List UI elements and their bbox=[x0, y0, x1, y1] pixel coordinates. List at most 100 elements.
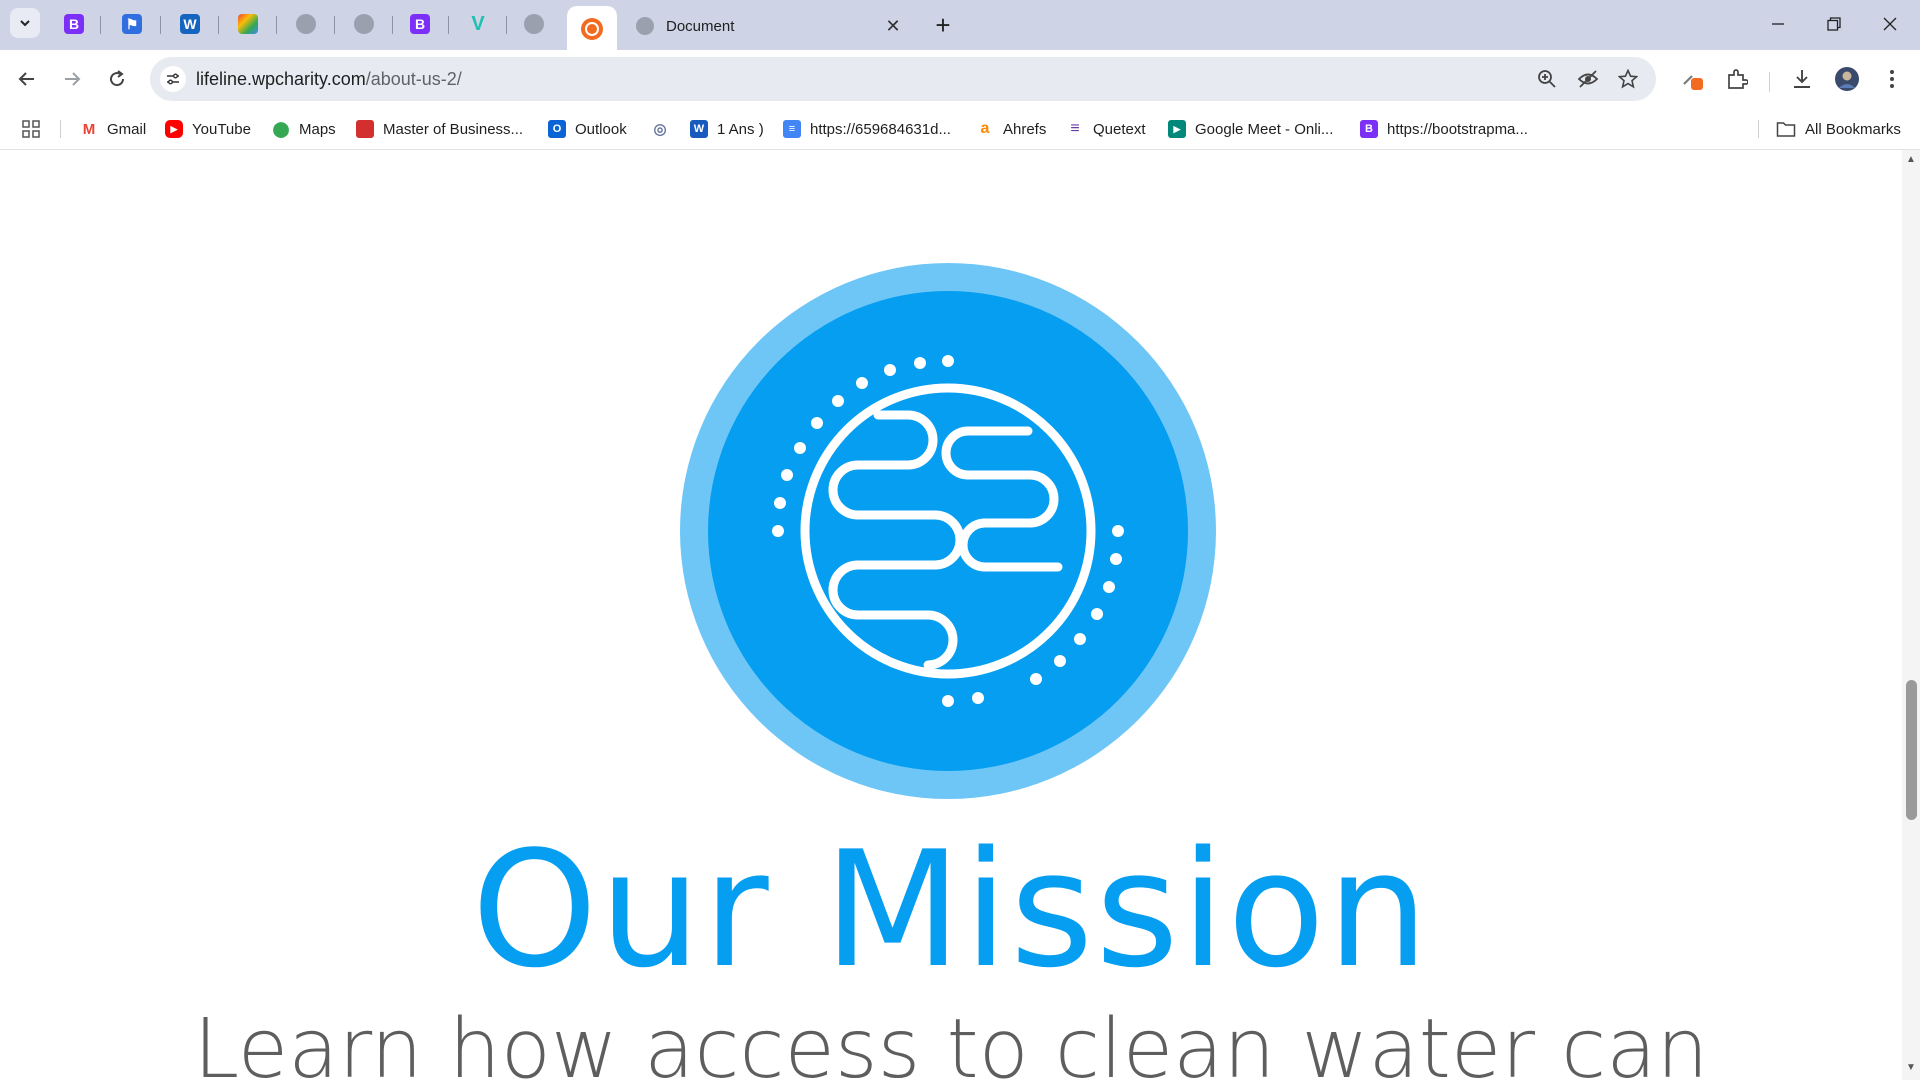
bookmarks-bar: M Gmail ▶ YouTube ⬤ Maps Master of Business… bbox=[0, 108, 1920, 150]
apps-grid-button[interactable] bbox=[22, 117, 40, 141]
active-tab[interactable] bbox=[567, 6, 617, 50]
page-scrollbar[interactable]: ▲ ▼ bbox=[1902, 150, 1920, 1080]
toolbar-separator bbox=[1769, 72, 1770, 92]
pinned-tab-bootstrap[interactable]: B bbox=[60, 10, 88, 38]
globe-icon bbox=[354, 14, 374, 34]
scrollbar-thumb[interactable] bbox=[1906, 680, 1917, 820]
bookmark-master-of-business[interactable]: Master of Business... bbox=[356, 117, 523, 141]
close-icon bbox=[1883, 17, 1897, 31]
pinned-tab-globe[interactable] bbox=[350, 10, 378, 38]
all-bookmarks-label: All Bookmarks bbox=[1805, 120, 1901, 138]
download-icon[interactable] bbox=[1785, 62, 1819, 96]
tab-separator bbox=[160, 16, 161, 34]
mission-heading: Our Mission bbox=[471, 816, 1431, 1003]
site-info-icon[interactable] bbox=[160, 66, 186, 92]
star-icon[interactable] bbox=[1615, 66, 1641, 92]
bookmark-gmail[interactable]: M Gmail bbox=[80, 117, 146, 141]
scroll-down-icon[interactable]: ▼ bbox=[1902, 1062, 1920, 1076]
bookmark-label: Google Meet - Onli... bbox=[1195, 120, 1334, 138]
bookmark-emblem[interactable]: ◎ bbox=[651, 117, 678, 141]
page-viewport: Our Mission Learn how access to clean wa… bbox=[0, 150, 1902, 1080]
minimize-icon bbox=[1772, 23, 1784, 25]
gmail-icon: M bbox=[80, 120, 98, 138]
chevron-down-icon bbox=[20, 20, 30, 27]
tab-separator bbox=[100, 16, 101, 34]
apps-grid-icon bbox=[22, 120, 40, 138]
bookmark-doc-link[interactable]: ≡ https://659684631d... bbox=[783, 117, 951, 141]
bookmark-label: Maps bbox=[299, 120, 336, 138]
bookmark-label: https://659684631d... bbox=[810, 120, 951, 138]
restore-icon bbox=[1827, 17, 1841, 31]
tab-separator bbox=[392, 16, 393, 34]
menu-kebab-icon[interactable] bbox=[1875, 62, 1909, 96]
pinned-tab-colorful[interactable] bbox=[234, 10, 262, 38]
reload-button[interactable] bbox=[100, 62, 134, 96]
bookmark-red-icon bbox=[356, 120, 374, 138]
pinned-tab-bootstrap[interactable]: B bbox=[406, 10, 434, 38]
eye-off-icon[interactable] bbox=[1575, 66, 1601, 92]
bookmark-youtube[interactable]: ▶ YouTube bbox=[165, 117, 251, 141]
extensions-puzzle-icon[interactable] bbox=[1720, 62, 1754, 96]
address-bar[interactable]: lifeline.wpcharity.com/about-us-2/ bbox=[150, 57, 1656, 101]
bookmark-label: YouTube bbox=[192, 120, 251, 138]
tab-separator bbox=[334, 16, 335, 34]
bookmark-bootstrapmade[interactable]: Bhttps://bootstrapma... bbox=[1360, 117, 1528, 141]
bookmark-outlook[interactable]: O Outlook bbox=[548, 117, 627, 141]
tab-separator bbox=[506, 16, 507, 34]
bookmark-separator bbox=[60, 120, 61, 138]
w-app-icon: W bbox=[180, 14, 200, 34]
bookmark-quetext[interactable]: ≡ Quetext bbox=[1066, 117, 1146, 141]
youtube-icon: ▶ bbox=[165, 120, 183, 138]
restore-button[interactable] bbox=[1806, 8, 1862, 40]
forward-button[interactable] bbox=[55, 62, 89, 96]
url-domain: lifeline.wpcharity.com bbox=[196, 69, 366, 89]
vuetify-icon: V bbox=[471, 12, 485, 35]
zoom-icon[interactable] bbox=[1534, 66, 1560, 92]
puzzle-color-icon bbox=[238, 14, 258, 34]
word-icon: W bbox=[690, 120, 708, 138]
pinned-tab-w[interactable]: W bbox=[176, 10, 204, 38]
bookmark-label: Gmail bbox=[107, 120, 147, 138]
bootstrap-icon: B bbox=[1360, 120, 1378, 138]
pinned-tab-flag[interactable]: ⚑ bbox=[118, 10, 146, 38]
pinned-tab-globe[interactable] bbox=[520, 10, 548, 38]
tab-document[interactable]: Document ✕ bbox=[624, 6, 916, 46]
back-button[interactable] bbox=[10, 62, 44, 96]
bookmark-label: Ahrefs bbox=[1003, 120, 1047, 138]
bookmark-google-meet[interactable]: ▶ Google Meet - Onli... bbox=[1168, 117, 1333, 141]
bookmark-label: Quetext bbox=[1093, 120, 1146, 138]
bootstrap-icon: B bbox=[410, 14, 430, 34]
tab-search-button[interactable] bbox=[10, 8, 40, 38]
emblem-icon: ◎ bbox=[651, 120, 669, 138]
pinned-tab-globe[interactable] bbox=[292, 10, 320, 38]
minimize-button[interactable] bbox=[1750, 8, 1806, 40]
globe-icon bbox=[296, 14, 316, 34]
mission-globe-logo bbox=[680, 263, 1216, 799]
arrow-left-icon bbox=[18, 72, 34, 86]
url-path: /about-us-2/ bbox=[365, 69, 462, 89]
new-tab-button[interactable]: + bbox=[928, 10, 958, 40]
bootstrap-icon: B bbox=[64, 14, 84, 34]
ahrefs-icon: a bbox=[976, 120, 994, 138]
bookmark-label: Master of Business... bbox=[383, 120, 524, 138]
maps-icon: ⬤ bbox=[272, 120, 290, 138]
docs-icon: ≡ bbox=[783, 120, 801, 138]
mission-subheading: Learn how access to clean water can bbox=[193, 1002, 1709, 1080]
extension-orange-icon[interactable] bbox=[1676, 62, 1710, 96]
reload-icon bbox=[110, 70, 125, 87]
profile-avatar[interactable] bbox=[1830, 62, 1864, 96]
close-tab-icon[interactable]: ✕ bbox=[882, 16, 904, 37]
meet-icon: ▶ bbox=[1168, 120, 1186, 138]
url-text[interactable]: lifeline.wpcharity.com/about-us-2/ bbox=[196, 69, 462, 90]
scroll-up-icon[interactable]: ▲ bbox=[1902, 154, 1920, 168]
bookmark-maps[interactable]: ⬤ Maps bbox=[272, 117, 336, 141]
close-window-button[interactable] bbox=[1862, 8, 1918, 40]
tab-separator bbox=[218, 16, 219, 34]
bookmark-word[interactable]: W 1 Ans ) bbox=[690, 117, 764, 141]
wpcharity-icon bbox=[581, 18, 603, 40]
pinned-tab-vuetify[interactable]: V bbox=[464, 10, 492, 38]
tab-separator bbox=[276, 16, 277, 34]
all-bookmarks-button[interactable]: All Bookmarks bbox=[1776, 117, 1901, 141]
tab-separator bbox=[448, 16, 449, 34]
bookmark-ahrefs[interactable]: a Ahrefs bbox=[976, 117, 1046, 141]
